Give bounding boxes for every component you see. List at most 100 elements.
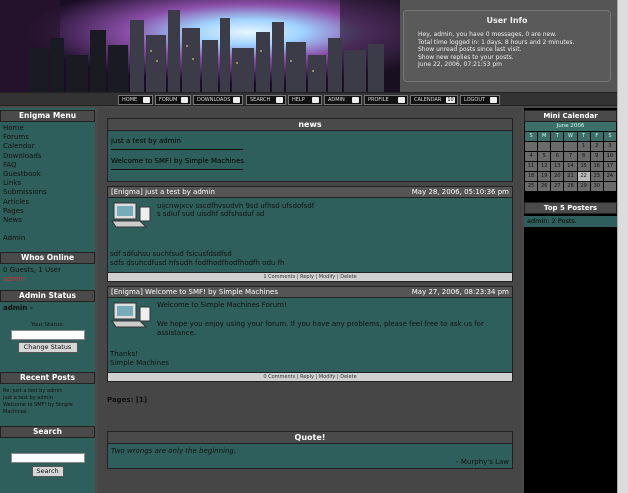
top-poster-1[interactable]: admin: 2 Posts.: [524, 216, 617, 227]
post-1: [Enigma] just a test by admin May 28, 20…: [107, 186, 513, 282]
calendar-day[interactable]: 6: [551, 152, 564, 161]
calendar-day[interactable]: 2: [590, 142, 603, 151]
news-item-2[interactable]: Welcome to SMF! by Simple Machines: [111, 157, 244, 165]
right-sidebar: Mini Calendar June 2006 S M T W T F S 1 …: [524, 108, 617, 493]
quote-text: Two wrongs are only the beginning.: [111, 447, 237, 455]
search-button[interactable]: Search: [31, 466, 64, 477]
admin-status-title: Admin Status: [0, 290, 95, 302]
calendar-day[interactable]: 19: [538, 172, 551, 181]
post-1-line-2: s sdiuf sud uisdhf sdfshsduf sd: [157, 210, 265, 218]
nav-forum-button[interactable]: FORUM: [155, 95, 191, 105]
calendar-day[interactable]: 8: [577, 152, 590, 161]
calendar-day[interactable]: 20: [551, 172, 564, 181]
enigma-menu: Home Forums Calendar Downloads FAQ Guest…: [0, 124, 95, 249]
quote-author: - Murphy's Law: [456, 458, 509, 466]
news-item-1[interactable]: just a test by admin: [111, 137, 181, 145]
calendar-dow: T: [551, 132, 564, 141]
menu-admin[interactable]: Admin: [0, 234, 95, 243]
calendar-day[interactable]: 7: [564, 152, 577, 161]
calendar-day[interactable]: 4: [525, 152, 538, 161]
menu-articles[interactable]: Articles: [0, 198, 95, 207]
calendar-day[interactable]: 18: [525, 172, 538, 181]
user-info-messages[interactable]: Hey, admin, you have 0 messages, 0 are n…: [404, 31, 610, 39]
menu-links[interactable]: Links: [0, 179, 95, 188]
recent-post-2[interactable]: just a test by admin: [0, 395, 95, 402]
menu-home[interactable]: Home: [0, 124, 95, 133]
menu-faq[interactable]: FAQ: [0, 161, 95, 170]
nav-logout-label: LOGOUT: [464, 97, 486, 103]
page-scrollbar[interactable]: [617, 0, 628, 493]
menu-forums[interactable]: Forums: [0, 133, 95, 142]
calendar-day[interactable]: 17: [603, 162, 616, 171]
status-input[interactable]: [10, 330, 85, 341]
calendar-day[interactable]: 29: [577, 182, 590, 191]
post-1-line-3: sdf sdfuhsu suchfsud fsicusfdsdfsd: [110, 250, 232, 258]
calendar-day[interactable]: 26: [538, 182, 551, 191]
enigma-menu-title: Enigma Menu: [0, 110, 95, 122]
calendar-day[interactable]: 28: [564, 182, 577, 191]
calendar-day[interactable]: 21: [564, 172, 577, 181]
nav-help-button[interactable]: HELP: [288, 95, 322, 105]
pagination[interactable]: Pages: [1]: [107, 396, 147, 404]
menu-pages[interactable]: Pages: [0, 207, 95, 216]
nav-admin-label: ADMIN: [328, 97, 345, 103]
top-posters-title: Top 5 Posters: [524, 202, 617, 214]
computer-avatar-icon: [111, 302, 151, 328]
calendar-day[interactable]: 25: [525, 182, 538, 191]
menu-calendar[interactable]: Calendar: [0, 142, 95, 151]
profile-icon: [398, 97, 405, 103]
calendar-today[interactable]: 22: [577, 172, 590, 181]
calendar-day[interactable]: 11: [525, 162, 538, 171]
your-status-label: Your Status:: [31, 322, 64, 329]
calendar-dow: W: [564, 132, 577, 141]
calendar-day[interactable]: 16: [590, 162, 603, 171]
show-unread-link[interactable]: Show unread posts since last visit.: [404, 46, 610, 54]
nav-search-button[interactable]: SEARCH: [246, 95, 286, 105]
nav-downloads-button[interactable]: DOWNLOADS: [193, 95, 243, 105]
user-info-panel: User Info Hey, admin, you have 0 message…: [403, 10, 611, 82]
calendar-day[interactable]: 15: [577, 162, 590, 171]
nav-search-label: SEARCH: [250, 97, 271, 103]
calendar-day[interactable]: 5: [538, 152, 551, 161]
nav-calendar-button[interactable]: CALENDAR 10: [410, 95, 458, 105]
calendar-day[interactable]: 27: [551, 182, 564, 191]
recent-posts: Re: just a test by admin just a test by …: [0, 386, 95, 426]
calendar-day[interactable]: 14: [564, 162, 577, 171]
mini-calendar-title: Mini Calendar: [524, 110, 617, 122]
news-box: news just a test by admin Welcome to SMF…: [107, 118, 513, 182]
calendar-day[interactable]: 9: [590, 152, 603, 161]
calendar-month[interactable]: June 2006: [525, 122, 616, 131]
admin-user: admin -: [3, 304, 33, 312]
recent-post-3-cont[interactable]: Machines: [0, 409, 95, 416]
recent-post-1[interactable]: Re: just a test by admin: [0, 388, 95, 395]
calendar-day[interactable]: 13: [551, 162, 564, 171]
post-2-actions[interactable]: 0 Comments | Reply | Modify | Delete: [108, 372, 512, 381]
calendar-day[interactable]: 30: [590, 182, 603, 191]
menu-submissions[interactable]: Submissions: [0, 188, 95, 197]
nav-logout-button[interactable]: LOGOUT: [460, 95, 500, 105]
calendar-day[interactable]: 12: [538, 162, 551, 171]
calendar-day[interactable]: 24: [603, 172, 616, 181]
nav-forum-label: FORUM: [159, 97, 178, 103]
online-user-link[interactable]: admin: [0, 275, 95, 284]
city-banner: [0, 0, 400, 92]
menu-guestbook[interactable]: Guestbook: [0, 170, 95, 179]
post-1-title[interactable]: [Enigma] just a test by admin: [111, 188, 215, 196]
calendar-day[interactable]: 10: [603, 152, 616, 161]
change-status-button[interactable]: Change Status: [17, 342, 78, 354]
calendar-day[interactable]: 3: [603, 142, 616, 151]
search-input[interactable]: [10, 453, 85, 463]
post-1-actions[interactable]: 1 Comments | Reply | Modify | Delete: [108, 272, 512, 281]
nav-profile-button[interactable]: PROFILE: [364, 95, 408, 105]
calendar-day[interactable]: 1: [577, 142, 590, 151]
nav-admin-button[interactable]: ADMIN: [324, 95, 362, 105]
user-info-time: Total time logged in: 1 days, 8 hours an…: [418, 38, 575, 46]
nav-home-button[interactable]: HOME: [118, 95, 153, 105]
post-2-title[interactable]: [Enigma] Welcome to SMF! by Simple Machi…: [111, 288, 278, 296]
show-replies-link[interactable]: Show new replies to your posts.: [404, 54, 610, 62]
calendar-day[interactable]: 23: [590, 172, 603, 181]
menu-downloads[interactable]: Downloads: [0, 152, 95, 161]
recent-post-3[interactable]: Welcome to SMF! by Simple: [0, 402, 95, 409]
menu-news[interactable]: News: [0, 216, 95, 225]
calendar-icon: 10: [446, 97, 455, 103]
